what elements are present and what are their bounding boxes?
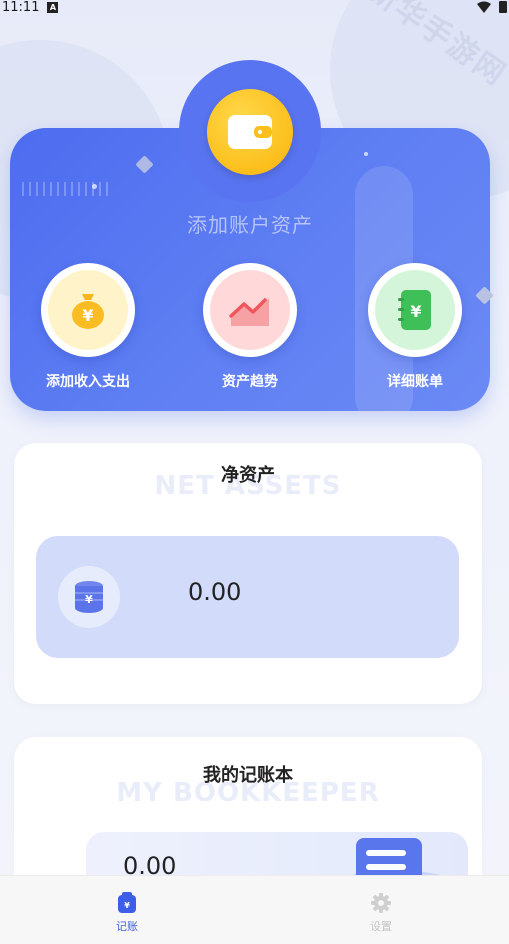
battery-icon [499, 1, 507, 13]
svg-text:¥: ¥ [124, 901, 130, 910]
action-label: 资产趋势 [222, 374, 278, 390]
svg-text:¥: ¥ [410, 302, 421, 321]
action-label: 添加收入支出 [46, 374, 130, 390]
add-income-expense-action[interactable]: ¥ 添加收入支出 [23, 263, 153, 391]
wallet-icon [228, 115, 272, 149]
bill-book-icon: ¥ [398, 290, 431, 330]
asset-trend-action[interactable]: 资产趋势 [185, 263, 315, 391]
decorative-dot [92, 184, 97, 189]
tab-settings[interactable]: 设置 [254, 876, 508, 944]
coin-stack-icon: ¥ [75, 581, 103, 613]
coin-stack-icon-wrapper: ¥ [58, 566, 120, 628]
settings-gear-icon [371, 893, 391, 913]
bottom-navigation: ¥ 记账 设置 [0, 875, 509, 944]
wifi-icon [477, 1, 491, 13]
decorative-dot [364, 152, 368, 156]
notification-icon: A [47, 1, 59, 13]
svg-text:¥: ¥ [82, 306, 93, 325]
trend-chart-icon [229, 298, 269, 326]
bookkeeper-title: 我的记账本 [203, 765, 293, 786]
action-label: 详细账单 [387, 374, 443, 390]
add-account-asset-button[interactable] [207, 89, 293, 175]
hero-title: 添加账户资产 [187, 213, 313, 237]
decorative-diamond [135, 155, 154, 174]
net-assets-value: 0.00 [188, 578, 242, 606]
decorative-stripes [22, 182, 112, 196]
svg-text:¥: ¥ [85, 593, 93, 606]
detailed-bill-action[interactable]: ¥ 详细账单 [350, 263, 480, 391]
tab-bookkeeping[interactable]: ¥ 记账 [0, 876, 254, 944]
status-time: 11:11 [2, 0, 40, 15]
app-screen: 新华手游网 11:11 A 添加账户资产 ¥ 添加收入支出 资产趋势 ¥ 详细账… [0, 0, 509, 944]
tab-label: 记账 [116, 920, 138, 933]
net-assets-card: NET ASSETS 净资产 ¥ 0.00 [14, 443, 482, 704]
status-bar: 11:11 A [0, 0, 509, 15]
net-assets-box[interactable]: ¥ 0.00 [36, 536, 459, 658]
bookkeeping-icon: ¥ [118, 892, 136, 913]
net-assets-title: 净资产 [221, 465, 275, 486]
money-bag-icon: ¥ [72, 294, 104, 329]
tab-label: 设置 [370, 920, 392, 933]
